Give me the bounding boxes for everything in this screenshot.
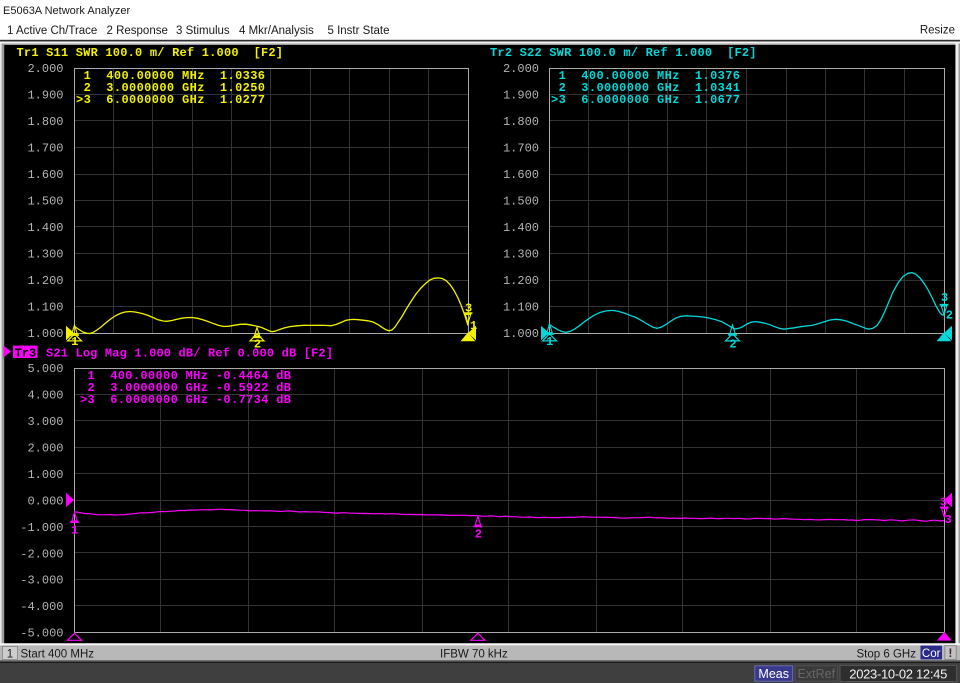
svg-text:4 Mkr/Analysis: 4 Mkr/Analysis <box>239 25 314 37</box>
svg-text:1.100: 1.100 <box>27 301 63 315</box>
svg-text:2: 2 <box>729 337 736 351</box>
svg-text:-4.000: -4.000 <box>20 600 63 614</box>
svg-text:Tr3: Tr3 <box>15 346 37 360</box>
svg-text:1.000: 1.000 <box>27 327 63 341</box>
svg-text:>3 6.0000000 GHz 1.0677: >3 6.0000000 GHz 1.0677 <box>551 93 740 107</box>
svg-text:1.900: 1.900 <box>503 89 539 103</box>
svg-text:3.000: 3.000 <box>27 415 63 429</box>
svg-text:3: 3 <box>945 513 952 527</box>
svg-text:>3 6.0000000 GHz 1.0277: >3 6.0000000 GHz 1.0277 <box>76 93 265 107</box>
svg-text:S21 Log Mag 1.000 dB/ Ref 0.00: S21 Log Mag 1.000 dB/ Ref 0.000 dB [F2] <box>46 346 333 360</box>
svg-text:3 Stimulus: 3 Stimulus <box>176 25 230 37</box>
svg-text:Start 400 MHz: Start 400 MHz <box>21 649 95 661</box>
svg-text:1.800: 1.800 <box>27 115 63 129</box>
svg-text:5 Instr State: 5 Instr State <box>328 25 390 37</box>
svg-text:1.000: 1.000 <box>503 327 539 341</box>
svg-text:Resize: Resize <box>920 25 955 37</box>
svg-text:1: 1 <box>7 648 13 660</box>
svg-text:Stop 6 GHz: Stop 6 GHz <box>857 649 917 661</box>
svg-text:1.700: 1.700 <box>503 142 539 156</box>
svg-text:1.800: 1.800 <box>503 115 539 129</box>
svg-text:0.000: 0.000 <box>27 494 63 508</box>
svg-text:ExtRef: ExtRef <box>798 667 836 681</box>
svg-text:2.000: 2.000 <box>27 442 63 456</box>
svg-text:1.400: 1.400 <box>503 221 539 235</box>
svg-text:2: 2 <box>475 528 482 542</box>
svg-text:2 Response: 2 Response <box>107 25 168 37</box>
svg-text:2.000: 2.000 <box>503 62 539 76</box>
svg-text:2: 2 <box>254 337 261 351</box>
svg-text:Cor: Cor <box>922 648 941 660</box>
svg-text:1.500: 1.500 <box>503 195 539 209</box>
svg-text:!: ! <box>948 648 952 660</box>
svg-text:1.300: 1.300 <box>27 248 63 262</box>
svg-text:2: 2 <box>946 309 953 323</box>
svg-text:Tr1 S11 SWR 100.0 m/ Ref 1.000: Tr1 S11 SWR 100.0 m/ Ref 1.000 [F2] <box>17 46 284 60</box>
svg-text:E5063A Network Analyzer: E5063A Network Analyzer <box>3 5 131 17</box>
svg-text:5.000: 5.000 <box>27 362 63 376</box>
svg-text:3: 3 <box>465 301 472 315</box>
svg-text:1.600: 1.600 <box>503 168 539 182</box>
svg-text:3: 3 <box>941 291 948 305</box>
svg-text:-2.000: -2.000 <box>20 547 63 561</box>
svg-text:4.000: 4.000 <box>27 389 63 403</box>
svg-text:Tr2 S22 SWR 100.0 m/ Ref 1.000: Tr2 S22 SWR 100.0 m/ Ref 1.000 [F2] <box>490 46 757 60</box>
svg-text:Meas: Meas <box>758 667 789 681</box>
svg-text:-5.000: -5.000 <box>20 627 63 641</box>
svg-text:>3 6.0000000 GHz -0.7734 dB: >3 6.0000000 GHz -0.7734 dB <box>80 393 291 407</box>
svg-text:1.000: 1.000 <box>27 468 63 482</box>
svg-text:2023-10-02 12:45: 2023-10-02 12:45 <box>849 667 947 682</box>
svg-text:1.400: 1.400 <box>27 221 63 235</box>
svg-text:1.600: 1.600 <box>27 168 63 182</box>
svg-text:1: 1 <box>71 523 78 537</box>
svg-text:1.200: 1.200 <box>27 274 63 288</box>
svg-text:-3.000: -3.000 <box>20 574 63 588</box>
svg-text:1.100: 1.100 <box>503 301 539 315</box>
svg-text:1.900: 1.900 <box>27 89 63 103</box>
svg-text:1.700: 1.700 <box>27 142 63 156</box>
svg-text:1: 1 <box>470 319 477 333</box>
svg-text:-1.000: -1.000 <box>20 521 63 535</box>
svg-text:IFBW 70 kHz: IFBW 70 kHz <box>440 649 508 661</box>
svg-text:1.200: 1.200 <box>503 274 539 288</box>
svg-text:2.000: 2.000 <box>27 62 63 76</box>
svg-text:1.500: 1.500 <box>27 195 63 209</box>
svg-text:1.300: 1.300 <box>503 248 539 262</box>
svg-text:1 Active Ch/Trace: 1 Active Ch/Trace <box>7 25 97 37</box>
